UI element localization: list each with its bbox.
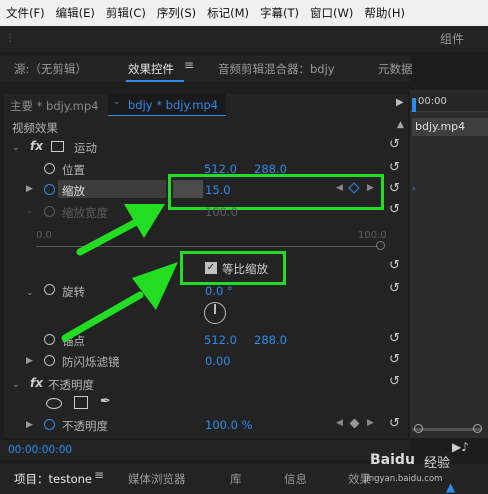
motion-reset-icon[interactable]: ↺ xyxy=(389,137,400,152)
tab-effect-controls[interactable]: 效果控件 xyxy=(128,61,174,77)
anti-flicker-expand-icon[interactable]: ▶ xyxy=(26,356,33,366)
active-tab-indicator xyxy=(126,80,184,82)
opacity-prop-reset-icon[interactable]: ↺ xyxy=(389,416,400,431)
menu-window[interactable]: 窗口(W) xyxy=(304,5,358,21)
scale-stopwatch-icon[interactable] xyxy=(44,184,55,195)
tab-media-browser[interactable]: 媒体浏览器 xyxy=(128,471,186,487)
menu-bar: 文件(F) 编辑(E) 剪辑(C) 序列(S) 标记(M) 字幕(T) 窗口(W… xyxy=(0,0,488,26)
current-timecode[interactable]: 00:00:00:00 xyxy=(8,444,72,456)
scale-width-value: 100.0 xyxy=(205,205,238,219)
scale-width-expand-icon: ⌄ xyxy=(26,206,34,216)
baidu-watermark: Baidu 经验 jingyan.baidu.com xyxy=(364,448,460,490)
baidu-url: jingyan.baidu.com xyxy=(364,474,443,484)
menu-marker[interactable]: 标记(M) xyxy=(201,5,254,21)
opacity-reset-icon[interactable]: ↺ xyxy=(389,374,400,389)
arrow-to-scale xyxy=(76,216,144,256)
anchor-x-value[interactable]: 512.0 xyxy=(204,333,237,347)
transform-icon[interactable] xyxy=(51,141,64,152)
tab-metadata[interactable]: 元数据 xyxy=(378,61,413,77)
baidu-logo: Baidu xyxy=(370,452,415,468)
tab-audio-mixer[interactable]: 音频剪辑混合器：bdjy xyxy=(218,61,335,77)
annotation-arrows xyxy=(61,204,178,342)
workspace-strip xyxy=(0,26,488,52)
slider-max-label: 100.0 xyxy=(358,230,387,241)
anti-flicker-value[interactable]: 0.00 xyxy=(205,354,231,368)
uniform-scale-reset-icon[interactable]: ↺ xyxy=(389,258,400,273)
fx-icon[interactable]: fx xyxy=(30,139,43,153)
timeline-scroll-handle-left[interactable] xyxy=(414,424,423,433)
opacity-expand-icon[interactable]: ⌄ xyxy=(12,380,20,390)
opacity-section-label: 不透明度 xyxy=(48,378,94,392)
scale-width-reset-icon[interactable]: ↺ xyxy=(389,202,400,217)
rotation-value[interactable]: 0.0 ° xyxy=(205,284,233,298)
opacity-value[interactable]: 100.0 % xyxy=(205,418,253,432)
master-clip-label[interactable]: 主要 * bdjy.mp4 xyxy=(10,98,99,114)
ruler-time: 00:00 xyxy=(418,96,447,107)
rectangle-mask-icon[interactable] xyxy=(74,396,88,409)
position-label: 位置 xyxy=(62,163,85,177)
menu-help[interactable]: 帮助(H) xyxy=(358,5,410,21)
opacity-fx-icon[interactable]: fx xyxy=(30,376,43,390)
workspace-label[interactable]: 组件 xyxy=(440,30,464,47)
tab-menu-icon[interactable]: ≡ xyxy=(184,58,194,72)
scale-width-stopwatch-icon xyxy=(44,206,55,217)
anti-flicker-reset-icon[interactable]: ↺ xyxy=(389,352,400,367)
motion-label: 运动 xyxy=(74,141,97,155)
opacity-property-label: 不透明度 xyxy=(62,419,108,433)
chevron-down-icon[interactable]: ⌄ xyxy=(113,97,121,107)
scale-highlight-box xyxy=(168,174,384,210)
video-effects-heading: 视频效果 xyxy=(12,121,58,135)
menu-title[interactable]: 字幕(T) xyxy=(254,5,304,21)
menu-sequence[interactable]: 序列(S) xyxy=(151,5,201,21)
grip-icon: ⋮ xyxy=(5,33,15,44)
sequence-clip-label[interactable]: bdjy * bdjy.mp4 xyxy=(128,98,218,112)
opacity-next-keyframe-icon[interactable]: ▶ xyxy=(367,418,374,428)
ellipse-mask-icon[interactable] xyxy=(46,398,62,409)
scale-keyframe-marker[interactable]: › xyxy=(412,184,416,194)
anti-flicker-stopwatch-icon[interactable] xyxy=(44,355,55,366)
arrow-head-uniform xyxy=(132,262,178,310)
tab-info[interactable]: 信息 xyxy=(284,471,307,487)
position-stopwatch-icon[interactable] xyxy=(44,163,55,174)
scale-width-slider-thumb[interactable] xyxy=(376,241,385,250)
playhead-icon[interactable] xyxy=(412,98,416,112)
uniform-scale-highlight-box xyxy=(180,251,286,285)
pen-mask-icon[interactable]: ✒ xyxy=(100,394,111,409)
anchor-stopwatch-icon[interactable] xyxy=(44,334,55,345)
arrow-to-uniform xyxy=(61,291,144,342)
mini-timeline[interactable] xyxy=(410,90,488,438)
anchor-reset-icon[interactable]: ↺ xyxy=(389,331,400,346)
scale-reset-icon[interactable]: ↺ xyxy=(389,181,400,196)
project-menu-icon[interactable]: ≡ xyxy=(94,468,104,482)
slider-min-label: 0.0 xyxy=(36,230,52,241)
opacity-prev-keyframe-icon[interactable]: ◀ xyxy=(336,418,343,428)
collapse-up-icon[interactable]: ▲ xyxy=(397,120,404,130)
position-reset-icon[interactable]: ↺ xyxy=(389,160,400,175)
rotation-dial-needle xyxy=(214,304,216,314)
anchor-y-value[interactable]: 288.0 xyxy=(254,333,287,347)
rotation-expand-icon[interactable]: ⌄ xyxy=(26,288,34,298)
menu-edit[interactable]: 编辑(E) xyxy=(50,5,100,21)
opacity-prop-expand-icon[interactable]: ▶ xyxy=(26,420,33,430)
tab-library[interactable]: 库 xyxy=(230,471,242,487)
timeline-scroll-handle-right[interactable] xyxy=(473,424,482,433)
timeline-clip-label: bdjy.mp4 xyxy=(415,120,466,133)
opacity-stopwatch-icon[interactable] xyxy=(44,419,55,430)
rotation-stopwatch-icon[interactable] xyxy=(44,284,55,295)
timeline-clip[interactable]: bdjy.mp4 xyxy=(412,118,488,136)
scale-expand-icon[interactable]: ▶ xyxy=(26,184,33,194)
menu-file[interactable]: 文件(F) xyxy=(0,5,50,21)
rotation-reset-icon[interactable]: ↺ xyxy=(389,281,400,296)
tab-project[interactable]: 项目：testone xyxy=(14,471,92,487)
tab-source[interactable]: 源:（无剪辑） xyxy=(14,61,87,77)
expand-arrow-icon[interactable]: ▶ xyxy=(396,97,404,108)
motion-expand-icon[interactable]: ⌄ xyxy=(12,143,20,153)
baidu-jingyan-text: 经验 xyxy=(424,456,451,471)
menu-clip[interactable]: 剪辑(C) xyxy=(100,5,151,21)
arrow-head-scale xyxy=(124,204,165,238)
